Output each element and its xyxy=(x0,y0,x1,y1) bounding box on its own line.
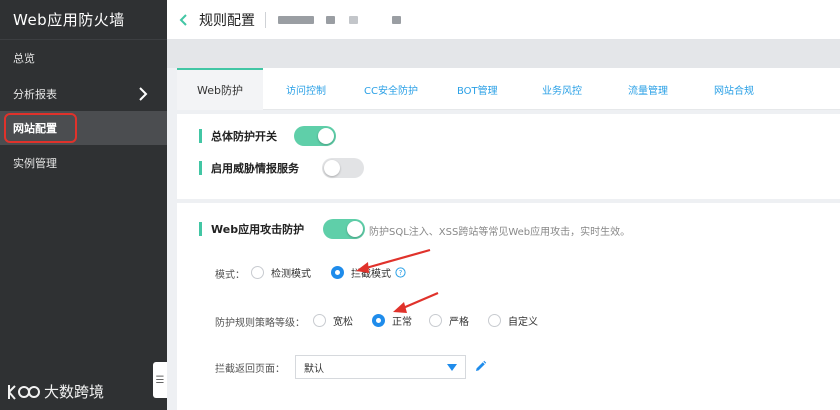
annotation-highlight-box xyxy=(4,113,77,143)
radio-label: 宽松 xyxy=(333,317,353,328)
radio-dot xyxy=(331,266,344,279)
master-switch-label: 总体防护开关 xyxy=(211,130,277,143)
watermark-logo: 大数跨境 xyxy=(6,381,104,402)
general-switch-panel: 总体防护开关 启用威胁情报服务 xyxy=(177,114,840,199)
threat-intel-row: 启用威胁情报服务 xyxy=(199,160,299,176)
menu-collapse-icon: ☰ xyxy=(155,374,165,386)
threat-intel-label: 启用威胁情报服务 xyxy=(211,162,299,175)
level-radio-loose[interactable]: 宽松 xyxy=(313,313,353,328)
header-divider xyxy=(265,11,266,28)
toggle-knob xyxy=(324,160,340,176)
logo-icon xyxy=(8,384,40,400)
waf-title-row: Web应用攻击防护 xyxy=(199,221,304,237)
level-label: 防护规则策略等级： xyxy=(215,318,305,329)
radio-label: 检测模式 xyxy=(271,269,311,280)
waf-title: Web应用攻击防护 xyxy=(211,223,305,236)
toggle-knob xyxy=(318,128,334,144)
tab-access-control[interactable]: 访问控制 xyxy=(286,68,326,110)
radio-label: 自定义 xyxy=(508,317,538,328)
product-title: Web应用防火墙 xyxy=(0,0,167,40)
page-header: 规则配置 xyxy=(167,0,840,40)
sidebar-item-reports[interactable]: 分析报表 xyxy=(0,77,167,111)
level-radio-strict[interactable]: 严格 xyxy=(429,313,469,328)
block-page-value: 默认 xyxy=(304,363,324,375)
radio-dot xyxy=(251,266,264,279)
svg-text:?: ? xyxy=(399,269,403,277)
sidebar-item-label: 总览 xyxy=(13,52,35,65)
edit-pencil-icon[interactable] xyxy=(474,360,487,373)
radio-dot xyxy=(372,314,385,327)
waf-panel: Web应用攻击防护 防护SQL注入、XSS跨站等常见Web应用攻击，实时生效。 … xyxy=(177,203,840,410)
mode-label: 模式： xyxy=(215,270,245,281)
watermark-text: 大数跨境 xyxy=(44,383,105,401)
header-spacer xyxy=(167,40,840,68)
back-arrow-icon[interactable] xyxy=(177,13,191,27)
mode-radio-detect[interactable]: 检测模式 xyxy=(251,265,311,280)
tab-site-compliance[interactable]: 网站合规 xyxy=(714,68,754,110)
tab-web-protection[interactable]: Web防护 xyxy=(177,68,263,110)
sidebar-item-label: 实例管理 xyxy=(13,157,57,170)
section-accent-bar xyxy=(199,161,202,175)
master-switch-toggle[interactable] xyxy=(294,126,336,146)
tab-risk-control[interactable]: 业务风控 xyxy=(542,68,582,110)
radio-label: 正常 xyxy=(392,317,412,328)
tab-traffic-management[interactable]: 流量管理 xyxy=(628,68,668,110)
page-title: 规则配置 xyxy=(199,12,255,29)
radio-dot xyxy=(313,314,326,327)
redacted-domain xyxy=(392,15,401,24)
waf-toggle[interactable] xyxy=(323,219,365,239)
block-page-select[interactable]: 默认 xyxy=(295,355,466,379)
level-radio-custom[interactable]: 自定义 xyxy=(488,313,538,328)
level-radio-normal[interactable]: 正常 xyxy=(372,313,412,328)
radio-label: 严格 xyxy=(449,317,469,328)
section-accent-bar xyxy=(199,129,202,143)
chevron-right-icon xyxy=(139,87,148,101)
sidebar-item-instances[interactable]: 实例管理 xyxy=(0,146,167,180)
sidebar-collapse-button[interactable]: ☰ xyxy=(153,362,167,398)
master-switch-row: 总体防护开关 xyxy=(199,128,277,144)
dropdown-caret-icon xyxy=(447,364,457,371)
tab-cc-protection[interactable]: CC安全防护 xyxy=(364,68,418,110)
help-icon[interactable]: ? xyxy=(395,267,406,278)
redacted-domain xyxy=(349,15,358,24)
block-page-label: 拦截返回页面： xyxy=(215,364,285,375)
section-accent-bar xyxy=(199,222,202,236)
radio-dot xyxy=(429,314,442,327)
sidebar-item-overview[interactable]: 总览 xyxy=(0,41,167,75)
radio-label: 拦截模式 xyxy=(351,269,391,280)
redacted-domain xyxy=(278,15,314,24)
radio-dot xyxy=(488,314,501,327)
threat-intel-toggle[interactable] xyxy=(322,158,364,178)
sidebar: Web应用防火墙 总览 分析报表 网站配置 实例管理 大数跨境 xyxy=(0,0,167,410)
toggle-knob xyxy=(347,221,363,237)
rule-tabs: Web防护 访问控制 CC安全防护 BOT管理 业务风控 流量管理 网站合规 xyxy=(177,68,840,110)
tab-bot-management[interactable]: BOT管理 xyxy=(457,68,498,110)
mode-radio-block[interactable]: 拦截模式 ? xyxy=(331,265,406,280)
waf-description: 防护SQL注入、XSS跨站等常见Web应用攻击，实时生效。 xyxy=(369,227,631,238)
redacted-domain xyxy=(326,15,335,24)
sidebar-item-label: 分析报表 xyxy=(13,88,57,101)
